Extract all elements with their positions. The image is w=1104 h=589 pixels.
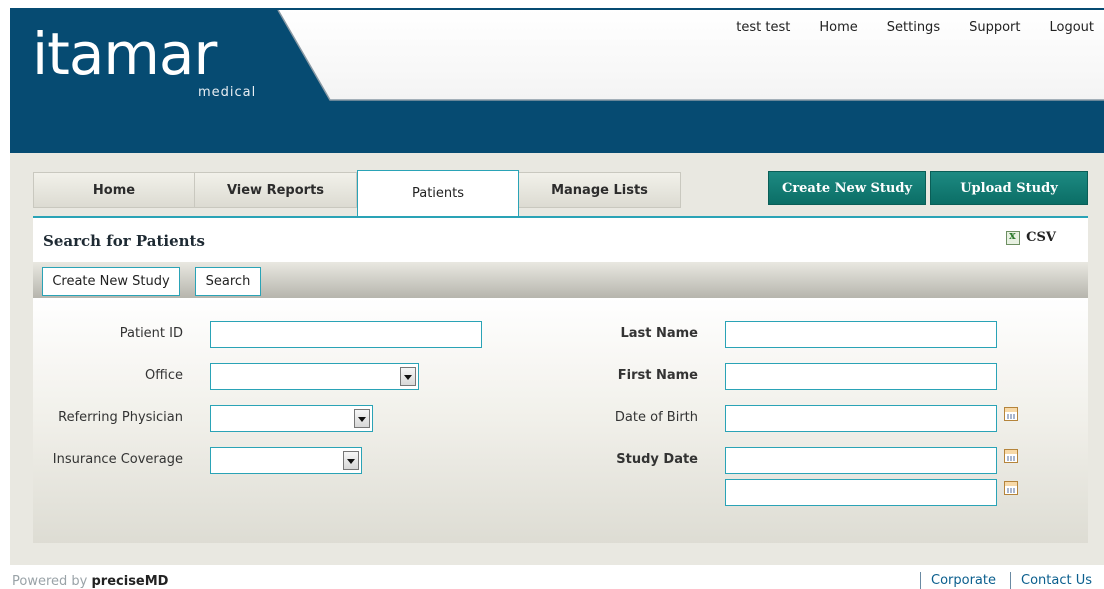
- top-link-settings[interactable]: Settings: [887, 20, 940, 35]
- powered-by: Powered by preciseMD: [12, 574, 168, 589]
- insurance-coverage-label: Insurance Coverage: [52, 452, 183, 467]
- page-title: Search for Patients: [43, 232, 205, 250]
- csv-export-link[interactable]: CSV: [1006, 229, 1056, 245]
- study-date-from-input[interactable]: [725, 447, 997, 474]
- referring-physician-select[interactable]: [210, 405, 373, 432]
- patient-id-label: Patient ID: [119, 326, 183, 341]
- header-banner: itamar medical test test Home Settings S…: [10, 8, 1104, 153]
- excel-icon: [1006, 229, 1021, 245]
- chevron-down-icon[interactable]: [400, 367, 416, 386]
- user-name: test test: [736, 20, 791, 35]
- top-link-support[interactable]: Support: [969, 20, 1020, 35]
- top-links: test test Home Settings Support Logout: [707, 20, 1094, 35]
- date-of-birth-label: Date of Birth: [614, 410, 698, 425]
- last-name-label: Last Name: [620, 326, 698, 341]
- toolbar-create-new-study-button[interactable]: Create New Study: [42, 267, 180, 296]
- logo-wordmark: itamar: [32, 20, 217, 88]
- create-new-study-button[interactable]: Create New Study: [768, 171, 926, 205]
- search-panel: Search for Patients CSV Create New Study…: [33, 216, 1088, 543]
- first-name-label: First Name: [617, 368, 698, 383]
- footer-links: Corporate Contact Us: [906, 572, 1092, 589]
- panel-toolbar: Create New Study Search: [33, 262, 1088, 298]
- office-label: Office: [145, 368, 183, 383]
- powered-by-brand[interactable]: preciseMD: [92, 574, 169, 589]
- top-link-home[interactable]: Home: [819, 20, 857, 35]
- tab-home[interactable]: Home: [33, 172, 195, 208]
- panel-title-bar: Search for Patients CSV: [33, 218, 1088, 262]
- footer-link-corporate[interactable]: Corporate: [920, 572, 996, 589]
- calendar-icon[interactable]: [1004, 407, 1018, 421]
- search-button[interactable]: Search: [195, 267, 261, 296]
- tab-manage-lists[interactable]: Manage Lists: [519, 172, 681, 208]
- insurance-coverage-select[interactable]: [210, 447, 362, 474]
- chevron-down-icon[interactable]: [354, 409, 370, 428]
- referring-physician-label: Referring Physician: [58, 410, 183, 425]
- powered-by-prefix: Powered by: [12, 574, 88, 589]
- date-of-birth-input[interactable]: [725, 405, 997, 432]
- tab-patients[interactable]: Patients: [357, 170, 519, 216]
- tab-view-reports[interactable]: View Reports: [195, 172, 357, 208]
- top-link-logout[interactable]: Logout: [1049, 20, 1094, 35]
- calendar-icon[interactable]: [1004, 481, 1018, 495]
- itamar-logo[interactable]: itamar medical: [32, 20, 255, 100]
- footer-link-contact-us[interactable]: Contact Us: [1010, 572, 1092, 589]
- logo-subtitle: medical: [198, 85, 257, 100]
- main-nav: Home View Reports Patients Manage Lists: [33, 170, 681, 216]
- first-name-input[interactable]: [725, 363, 997, 390]
- csv-label: CSV: [1026, 230, 1056, 245]
- study-date-label: Study Date: [616, 452, 698, 467]
- chevron-down-icon[interactable]: [343, 451, 359, 470]
- office-select[interactable]: [210, 363, 419, 390]
- calendar-icon[interactable]: [1004, 449, 1018, 463]
- upload-study-button[interactable]: Upload Study: [930, 171, 1088, 205]
- patient-id-input[interactable]: [210, 321, 482, 348]
- study-date-to-input[interactable]: [725, 479, 997, 506]
- last-name-input[interactable]: [725, 321, 997, 348]
